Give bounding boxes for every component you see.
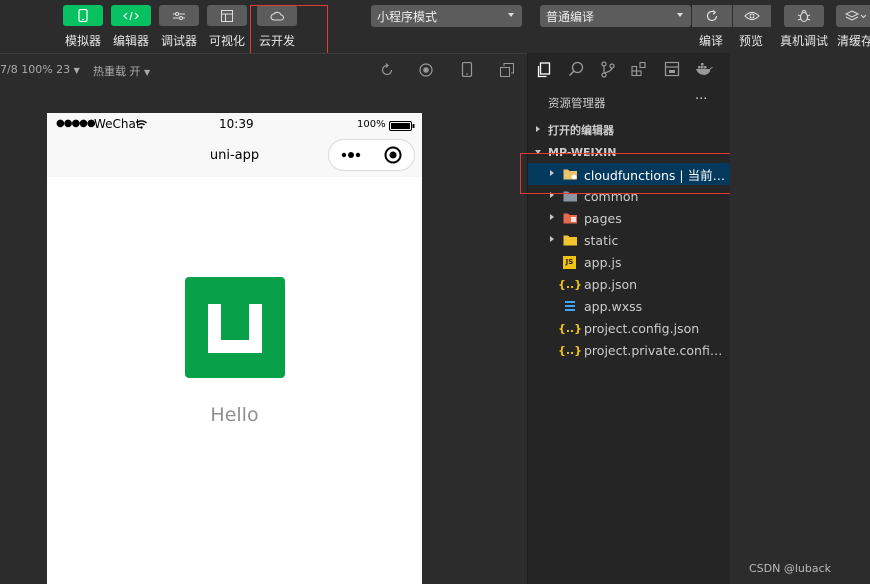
compile-label: 编译 <box>699 34 724 48</box>
tree-item-project-config[interactable]: {..} project.config.json <box>528 317 730 339</box>
tree-item-label: project.config.json <box>584 320 700 336</box>
mode-select-value: 小程序模式 <box>377 9 438 24</box>
sliders-icon <box>173 11 185 20</box>
preview-button[interactable] <box>733 5 771 27</box>
preview-label: 预览 <box>739 34 764 48</box>
device-info[interactable]: 7/8 100% 23 ▼ <box>0 63 80 76</box>
watermark: CSDN @luback <box>749 562 832 575</box>
real-debug-button[interactable] <box>784 5 824 27</box>
record-icon[interactable] <box>419 63 433 77</box>
phone-screen[interactable]: ●●●●● WeChat 10:39 100% uni-app Hello <box>47 113 422 584</box>
editor-label: 编辑器 <box>113 34 150 48</box>
pages-folder-icon <box>563 211 577 225</box>
tree-item-app-js[interactable]: JS app.js <box>528 251 730 273</box>
tree-item-label: app.js <box>584 254 622 270</box>
tree-item-label: project.private.config.js... <box>584 342 728 358</box>
carrier-label: WeChat <box>94 117 141 131</box>
tree-item-project-private-config[interactable]: {..} project.private.config.js... <box>528 339 730 361</box>
explorer-title: 资源管理器 <box>548 96 606 110</box>
layers-icon <box>845 10 867 21</box>
compile-button[interactable] <box>692 5 732 27</box>
docker-icon[interactable] <box>695 62 713 76</box>
files-icon[interactable] <box>536 62 552 78</box>
chevron-down-icon: ▼ <box>73 66 80 75</box>
json-file-icon: {..} <box>557 277 583 291</box>
phone-icon[interactable] <box>461 62 473 77</box>
json-file-icon: {..} <box>557 343 583 357</box>
simulator-label: 模拟器 <box>65 34 102 48</box>
json-file-icon: {..} <box>557 321 583 335</box>
phone-nav-bar: uni-app <box>47 135 422 177</box>
more-dots-icon[interactable] <box>341 151 361 159</box>
chevron-right-icon <box>550 214 554 220</box>
visual-button[interactable] <box>207 5 247 26</box>
more-actions-icon[interactable]: ··· <box>695 92 707 107</box>
tree-item-label: app.wxss <box>584 298 643 314</box>
mode-select[interactable]: 小程序模式 <box>371 5 522 27</box>
battery-percent: 100% <box>357 119 386 130</box>
chevron-down-icon <box>677 13 683 17</box>
tree-item-app-json[interactable]: {..} app.json <box>528 273 730 295</box>
chevron-down-icon <box>508 13 514 17</box>
hot-reload-label: 热重载 开 <box>93 65 141 78</box>
css-file-icon <box>563 299 577 313</box>
tree-item-label: static <box>584 232 619 248</box>
chevron-right-icon <box>536 126 540 132</box>
clear-cache-button[interactable] <box>836 5 870 27</box>
refresh-icon <box>706 10 718 22</box>
wifi-icon <box>136 120 147 129</box>
status-time: 10:39 <box>219 117 254 131</box>
layout-icon <box>221 9 233 22</box>
battery-icon <box>389 121 415 131</box>
explorer-panel: 资源管理器 ··· 打开的编辑器 MP-WEIXIN cloudfunction… <box>528 53 730 584</box>
editor-button[interactable] <box>111 5 151 26</box>
compile-select[interactable]: 普通编译 <box>540 5 691 27</box>
capsule-menu <box>328 139 415 171</box>
hello-text: Hello <box>210 404 259 426</box>
uni-logo-icon <box>208 304 262 353</box>
extensions-icon[interactable] <box>631 61 647 77</box>
close-circle-icon[interactable] <box>384 146 402 164</box>
open-editors-label: 打开的编辑器 <box>548 124 614 137</box>
static-folder-icon <box>563 233 577 247</box>
phone-icon <box>78 9 88 22</box>
uni-app-logo <box>185 277 285 378</box>
eye-icon <box>744 11 760 21</box>
top-toolbar: 模拟器 编辑器 调试器 可视化 云开发 小程序模式 普通编译 编译 预览 真机调… <box>0 0 870 67</box>
detach-window-icon[interactable] <box>500 63 514 77</box>
tree-item-app-wxss[interactable]: app.wxss <box>528 295 730 317</box>
js-file-icon: JS <box>563 255 576 269</box>
debugger-label: 调试器 <box>161 34 198 48</box>
editor-area <box>730 53 870 584</box>
code-icon <box>123 11 139 20</box>
phone-status-bar: ●●●●● WeChat 10:39 100% <box>47 113 422 135</box>
outline-icon[interactable] <box>664 61 680 77</box>
rotate-icon[interactable] <box>380 63 394 77</box>
hot-reload-toggle[interactable]: 热重载 开 ▼ <box>93 63 150 79</box>
simulator-subbar: 7/8 100% 23 ▼ 热重载 开 ▼ <box>0 53 527 85</box>
visual-label: 可视化 <box>209 34 246 48</box>
debugger-button[interactable] <box>159 5 199 26</box>
tree-item-label: app.json <box>584 276 638 292</box>
source-control-icon[interactable] <box>600 61 616 78</box>
chevron-right-icon <box>550 236 554 242</box>
chevron-down-icon: ▼ <box>144 68 151 77</box>
simulator-button[interactable] <box>63 5 103 26</box>
compile-select-value: 普通编译 <box>546 9 595 24</box>
search-icon[interactable] <box>568 61 584 77</box>
tree-item-label: pages <box>584 210 622 226</box>
real-debug-label: 真机调试 <box>780 34 829 48</box>
device-info-label: 7/8 100% 23 <box>0 63 71 76</box>
bug-icon <box>797 10 811 23</box>
signal-icon: ●●●●● <box>56 118 96 129</box>
tree-item-pages[interactable]: pages <box>528 207 730 229</box>
open-editors-section[interactable]: 打开的编辑器 <box>528 119 730 141</box>
clear-cache-label: 清缓存 <box>837 34 870 48</box>
tree-item-static[interactable]: static <box>528 229 730 251</box>
